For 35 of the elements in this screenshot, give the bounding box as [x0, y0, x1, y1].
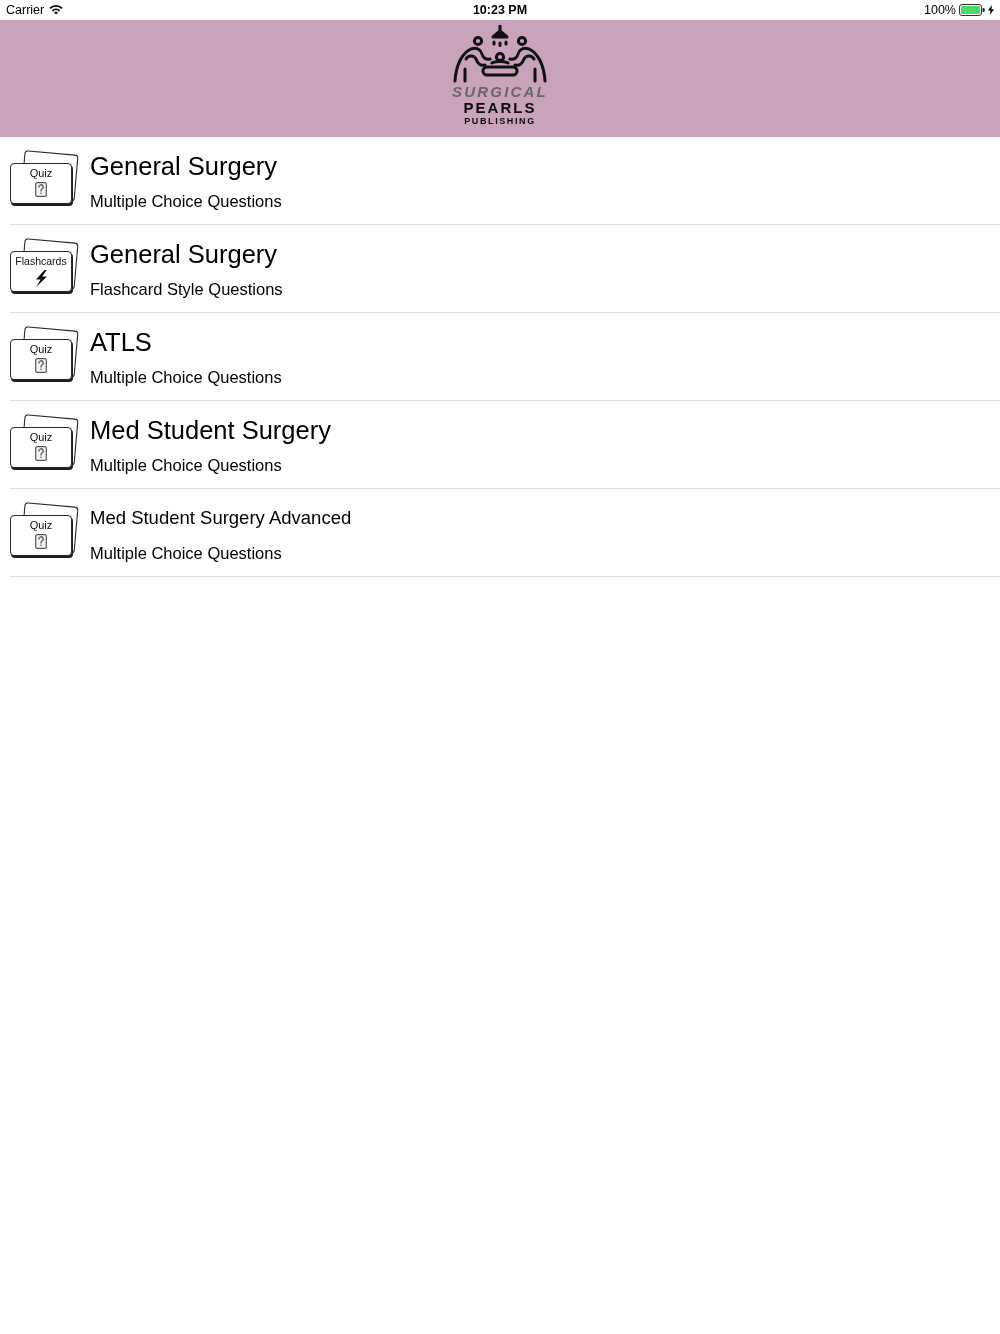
list-item[interactable]: Flashcards General Surgery Flashcard Style Questions	[10, 225, 1000, 313]
item-title: ATLS	[90, 327, 153, 357]
list-item[interactable]: Quiz ATLS Multiple Choice Questions	[10, 313, 1000, 401]
card-label: Quiz	[29, 343, 53, 356]
logo-text: SURGICAL	[452, 83, 548, 100]
battery-icon	[959, 4, 985, 16]
logo-text: PUBLISHING	[464, 115, 536, 127]
item-title: General Surgery	[90, 151, 279, 181]
card-label: Quiz	[29, 431, 53, 444]
question-mark-icon	[35, 534, 47, 549]
item-title: General Surgery	[90, 239, 279, 269]
item-title: Med Student Surgery	[90, 415, 331, 445]
list-item[interactable]: Quiz Med Student Surgery Advanced Multiple Choice Questions	[10, 489, 1000, 577]
item-subtitle: Multiple Choice Questions	[90, 367, 282, 388]
question-mark-icon	[35, 182, 47, 197]
surgeons-logo-icon	[452, 25, 548, 83]
card-label: Quiz	[29, 167, 53, 180]
carrier-label: Carrier	[6, 3, 45, 17]
item-subtitle: Flashcard Style Questions	[90, 279, 283, 300]
item-subtitle: Multiple Choice Questions	[90, 543, 283, 564]
item-subtitle: Multiple Choice Questions	[90, 191, 282, 212]
list-item[interactable]: Quiz General Surgery Multiple Choice Questions	[10, 137, 1000, 225]
question-mark-icon	[35, 358, 47, 373]
question-mark-icon	[35, 446, 47, 461]
wifi-icon	[49, 5, 64, 15]
card-label: Flashcards	[15, 255, 67, 268]
list-item[interactable]: Quiz Med Student Surgery Multiple Choice Questions	[10, 401, 1000, 489]
item-subtitle: Multiple Choice Questions	[90, 455, 283, 476]
status-time: 10:23 PM	[472, 3, 528, 17]
charging-bolt-icon	[988, 5, 994, 15]
card-label: Quiz	[29, 519, 53, 532]
logo-text: PEARLS	[463, 100, 537, 115]
lightning-bolt-icon	[34, 270, 48, 287]
battery-percent: 100%	[924, 3, 956, 17]
item-title: Med Student Surgery Advanced	[90, 506, 352, 530]
